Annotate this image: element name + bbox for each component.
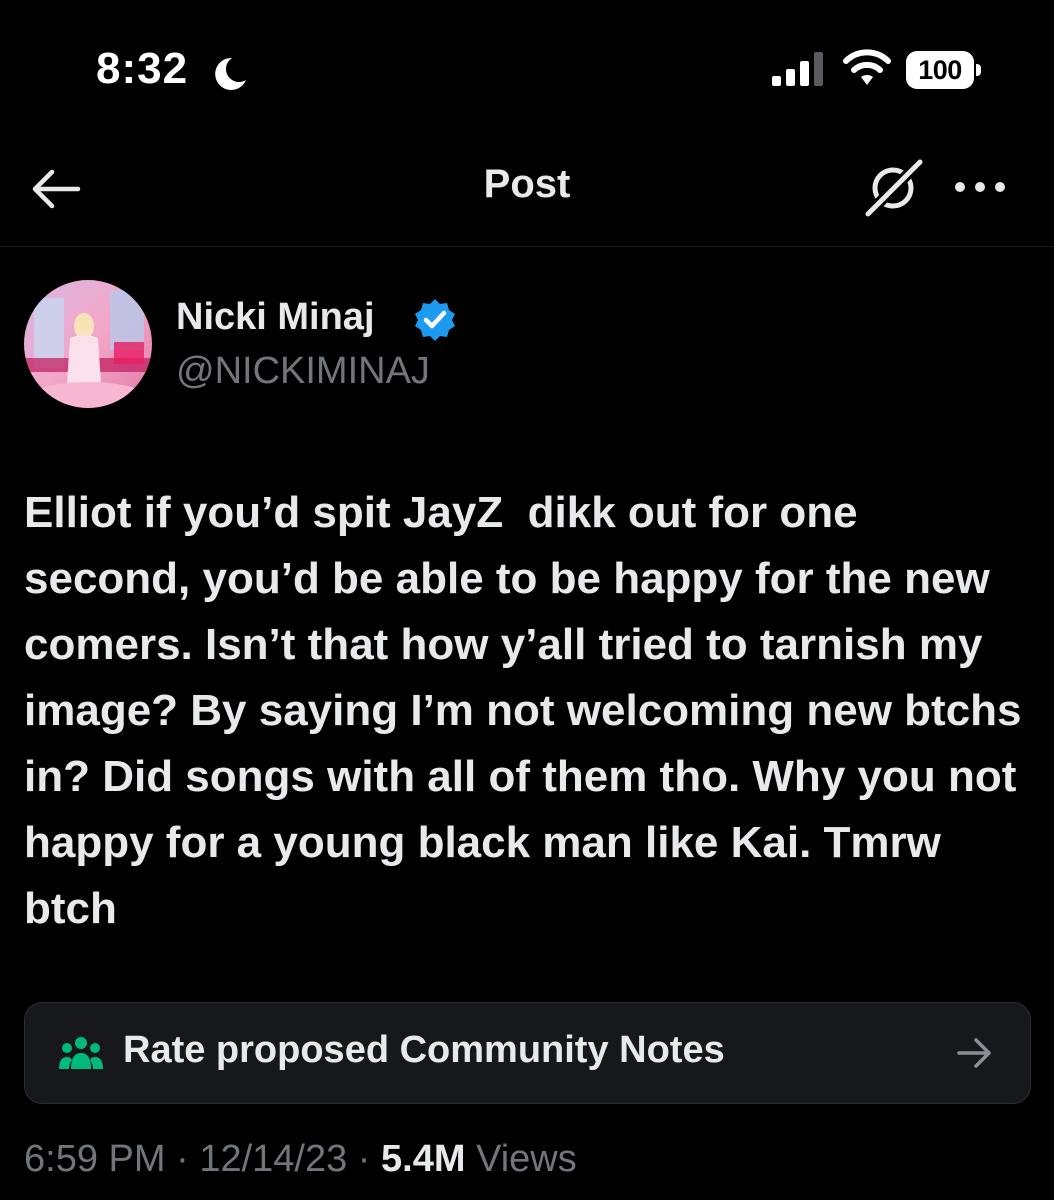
community-notes-label: Rate proposed Community Notes: [123, 1029, 725, 1071]
battery-level: 100: [906, 51, 974, 89]
moon-icon: [215, 57, 246, 90]
meta-separator: ·: [357, 1138, 371, 1180]
status-time: 8:32: [96, 44, 189, 93]
more-icon[interactable]: [952, 172, 1008, 202]
post-meta: 6:59 PM · 12/14/23 · 5.4M Views: [24, 1138, 577, 1181]
signal-icon: [772, 52, 823, 86]
author-name[interactable]: Nicki Minaj: [176, 296, 375, 339]
arrow-right-icon: [957, 1038, 991, 1068]
battery-tip: [976, 64, 981, 76]
verified-badge-icon: [415, 299, 455, 341]
nav-header: Post: [0, 140, 1054, 246]
nav-divider: [0, 246, 1054, 247]
community-icon: [59, 1037, 103, 1069]
battery-icon: 100: [906, 51, 981, 89]
views-count[interactable]: 5.4M: [381, 1138, 465, 1180]
status-bar: 8:32 100: [0, 0, 1054, 140]
post-text: Elliot if you’d spit JayZ dikk out for o…: [24, 488, 1034, 933]
mute-icon[interactable]: [860, 158, 926, 218]
wifi-icon: [843, 49, 891, 85]
avatar-image: [24, 280, 152, 408]
post-time: 6:59 PM: [24, 1138, 166, 1180]
meta-separator: ·: [176, 1138, 189, 1180]
post-date: 12/14/23: [199, 1138, 348, 1180]
community-notes-card[interactable]: Rate proposed Community Notes: [24, 1002, 1031, 1104]
avatar[interactable]: [24, 280, 152, 408]
author-handle[interactable]: @NICKIMINAJ: [176, 350, 430, 393]
views-label: Views: [476, 1138, 577, 1180]
